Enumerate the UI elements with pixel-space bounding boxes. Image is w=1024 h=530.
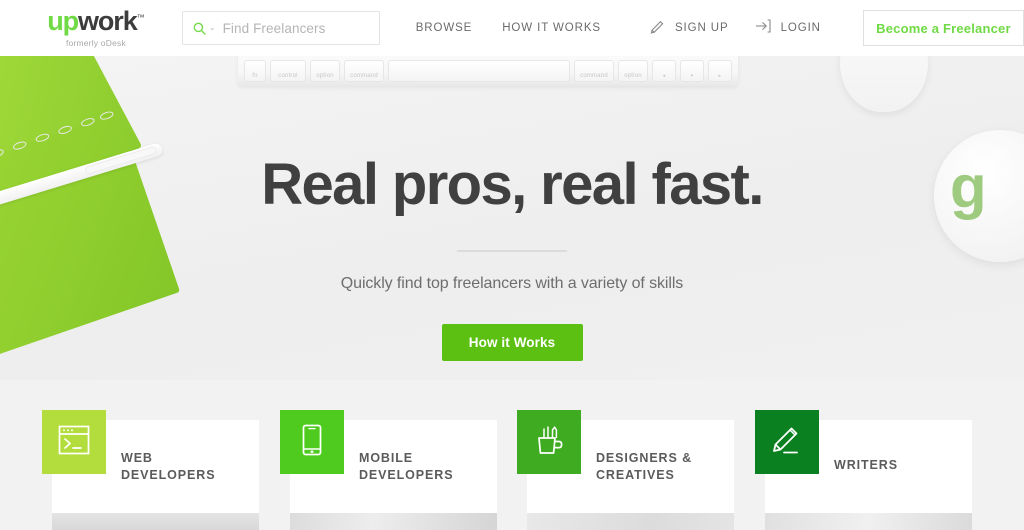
hero-section: fn control option command command option… (0, 56, 1024, 380)
category-label-line2: DEVELOPERS (359, 467, 454, 482)
logo-work-text: work (78, 6, 138, 36)
search-input[interactable]: ⌄ Find Freelancers (181, 11, 380, 45)
search-placeholder: Find Freelancers (222, 20, 326, 36)
category-photo-mobile (290, 513, 497, 530)
nav-item-browse[interactable]: BROWSE (416, 22, 473, 34)
hero-title: Real pros, real fast. (261, 152, 764, 217)
signup-label: SIGN UP (674, 22, 729, 34)
category-photo-web (52, 513, 259, 530)
upwork-logo[interactable]: upwork™ formerly oDesk (30, 8, 162, 49)
category-tile-writers[interactable] (755, 410, 819, 474)
category-label-line2: DEVELOPERS (121, 467, 216, 482)
search-icon (193, 22, 206, 35)
login-label: LOGIN (780, 22, 821, 34)
category-tile-mobile[interactable] (280, 410, 344, 474)
category-label-web-developers: WEB DEVELOPERS (121, 450, 215, 483)
category-label-line1: WEB (121, 451, 153, 465)
pencil-icon (771, 424, 803, 461)
hero-divider (457, 250, 567, 252)
smartphone-icon (301, 424, 323, 461)
category-photo-designers (527, 513, 734, 530)
pencil-cup-icon (533, 424, 565, 461)
category-tile-designers[interactable] (517, 410, 581, 474)
code-window-icon (58, 425, 90, 460)
how-it-works-button[interactable]: How it Works (441, 324, 583, 361)
category-label-mobile-developers: MOBILE DEVELOPERS (359, 450, 453, 483)
signup-link[interactable]: SIGN UP (649, 17, 729, 39)
hero-content: Real pros, real fast. Quickly find top f… (0, 56, 1024, 361)
category-label-line1: WRITERS (834, 458, 898, 472)
hero-subtitle: Quickly find top freelancers with a vari… (340, 275, 684, 292)
category-photo-writers (765, 513, 972, 530)
category-label-line2: CREATIVES (596, 467, 675, 482)
category-label-designers-creatives: DESIGNERS & CREATIVES (596, 450, 692, 483)
category-strip: WEB DEVELOPERS MOBILE DEVELOPERS DESIGNE… (0, 380, 1024, 530)
trademark-icon: ™ (136, 13, 145, 22)
logo-up-text: up (47, 6, 79, 36)
category-label-line1: DESIGNERS & (596, 451, 693, 465)
chevron-down-icon[interactable]: ⌄ (209, 24, 216, 32)
login-link[interactable]: LOGIN (755, 18, 821, 39)
login-arrow-icon (755, 18, 772, 39)
site-header: upwork™ formerly oDesk ⌄ Find Freelancer… (0, 0, 1024, 56)
become-a-freelancer-button[interactable]: Become a Freelancer (862, 10, 1024, 46)
main-nav: BROWSE HOW IT WORKS (416, 22, 601, 34)
nav-item-how-it-works[interactable]: HOW IT WORKS (502, 22, 601, 34)
account-nav: SIGN UP LOGIN (649, 17, 821, 39)
logo-wordmark: upwork™ (47, 8, 144, 35)
category-label-writers: WRITERS (834, 457, 898, 474)
category-label-line1: MOBILE (359, 451, 414, 465)
pencil-icon (649, 17, 666, 39)
category-tile-web[interactable] (42, 410, 106, 474)
logo-tagline: formerly oDesk (65, 38, 126, 48)
